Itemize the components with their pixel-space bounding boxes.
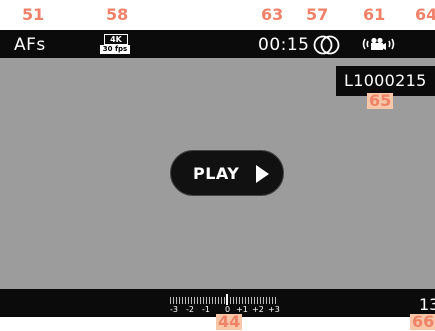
recording-time: 00:15: [258, 35, 310, 55]
callout-44: 44: [216, 312, 243, 331]
video-resolution-icon: 4K 30 fps: [100, 34, 130, 54]
callout-58: 58: [106, 5, 129, 24]
scale-label: +3: [268, 305, 280, 314]
dual-circles-icon: [313, 35, 340, 55]
callout-66: 66: [410, 312, 435, 331]
callout-51: 51: [22, 5, 45, 24]
play-button[interactable]: PLAY: [170, 150, 284, 196]
play-triangle-icon: [256, 165, 269, 183]
exposure-scale-ticks: [170, 294, 276, 305]
af-mode-label: AFs: [14, 35, 46, 55]
file-name: L1000215: [344, 71, 427, 90]
status-bar-top: AFs 4K 30 fps 00:15: [0, 30, 435, 58]
callout-57: 57: [306, 5, 329, 24]
video-camera-icon: [362, 37, 395, 50]
scale-label: -3: [170, 305, 178, 314]
callout-61: 61: [363, 5, 386, 24]
scale-label: +2: [252, 305, 264, 314]
framerate-label: 30 fps: [100, 45, 130, 54]
resolution-label: 4K: [104, 34, 128, 45]
callout-63: 63: [261, 5, 284, 24]
camera-screen: AFs 4K 30 fps 00:15 L1000215 PLAY -3 -2 …: [0, 30, 435, 317]
play-button-label: PLAY: [193, 164, 240, 183]
callout-64: 64: [415, 5, 435, 24]
scale-label: -1: [202, 305, 210, 314]
scale-label: -2: [186, 305, 194, 314]
callout-65: 65: [367, 91, 394, 110]
